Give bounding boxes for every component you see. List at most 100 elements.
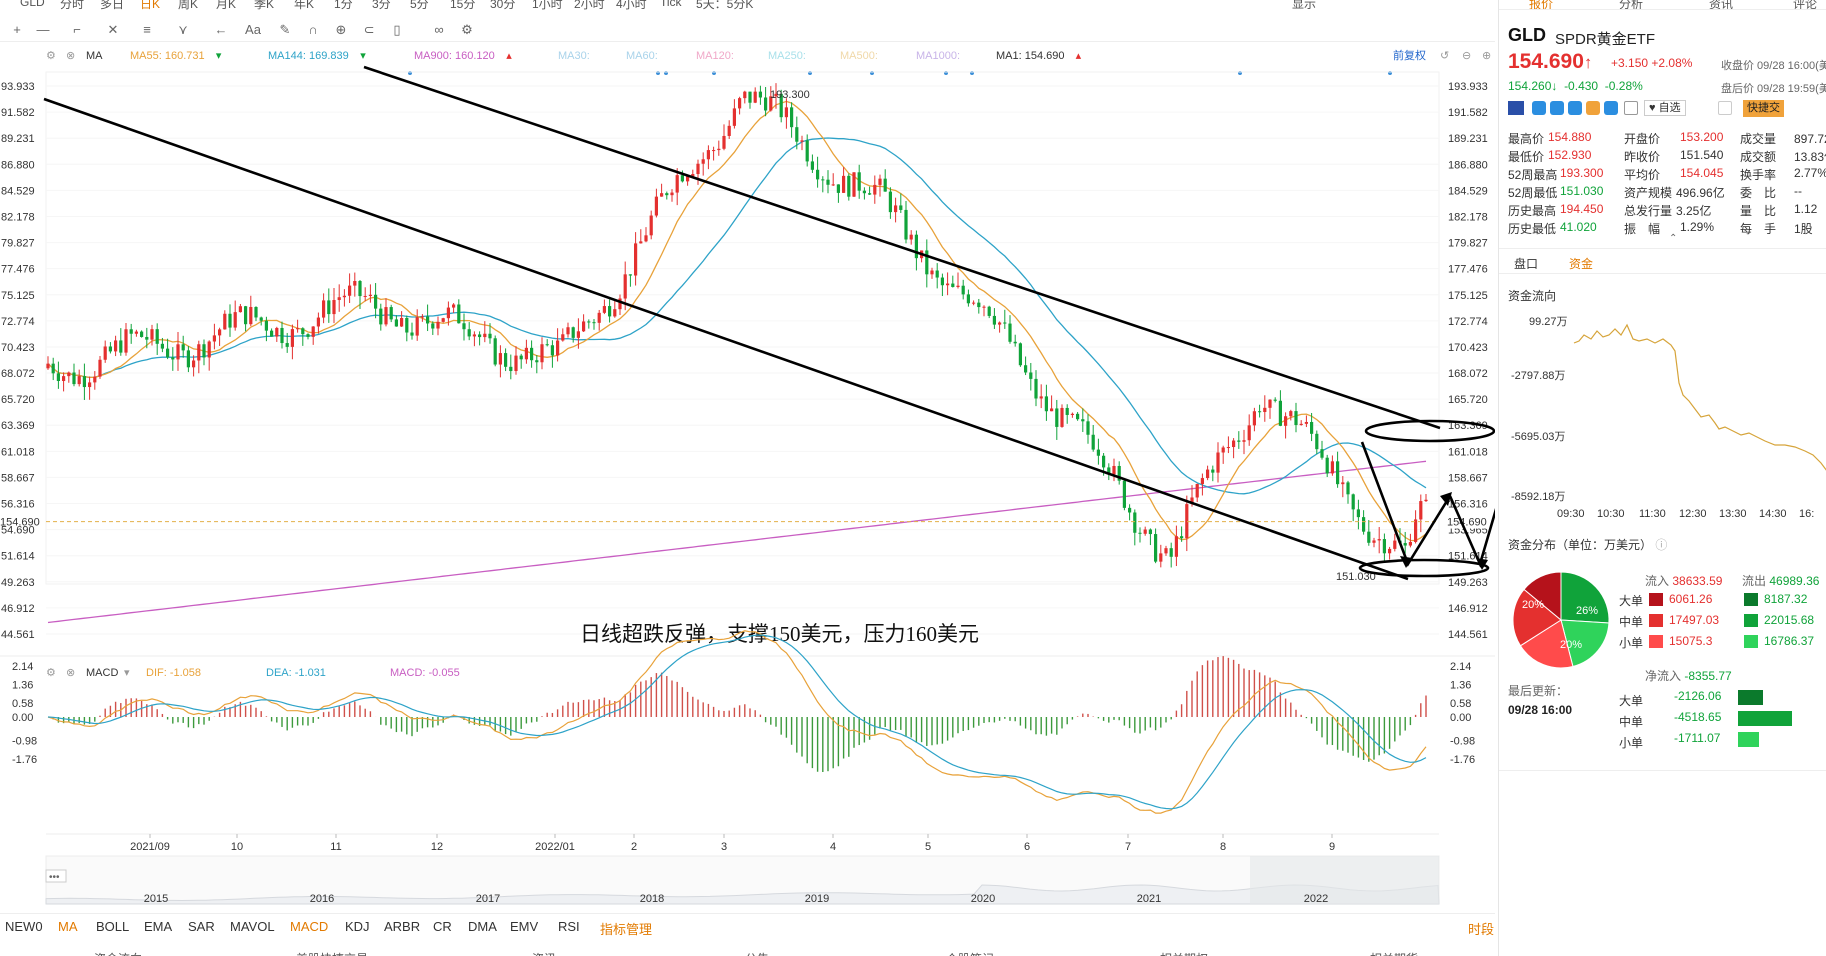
period-item[interactable]: 月K <box>216 0 236 10</box>
line-icon[interactable]: — <box>32 21 54 39</box>
close-icon[interactable]: ⊗ <box>66 667 75 679</box>
arrow-icon[interactable]: ← <box>210 21 232 39</box>
indicator-tab[interactable]: RSI <box>558 919 580 934</box>
period-item[interactable]: 季K <box>254 0 274 10</box>
indicator-tab[interactable]: MACD <box>290 919 328 934</box>
help-icon[interactable]: ⓘ <box>1655 538 1667 552</box>
session-button[interactable]: 时段 <box>1468 919 1494 938</box>
bottom-tab[interactable]: 相关期货 <box>1370 950 1418 956</box>
settings-icon[interactable]: ⚙ <box>46 50 56 62</box>
ma-legend-item[interactable]: MA250: <box>768 50 806 62</box>
ma-legend-item[interactable]: MA120: <box>696 50 734 62</box>
chevron-down-icon[interactable]: ▾ <box>124 667 130 679</box>
overview-window[interactable] <box>1250 856 1439 904</box>
lower-trendline[interactable] <box>43 97 1409 581</box>
adjust-label[interactable]: 前复权 <box>1393 48 1426 62</box>
period-item[interactable]: 多日 <box>100 0 124 10</box>
bottom-tab[interactable]: 公告 <box>745 950 769 956</box>
period-item[interactable]: 年K <box>294 0 314 10</box>
indicator-tab[interactable]: MA <box>58 919 78 934</box>
display-menu[interactable]: 显示 <box>1292 0 1316 10</box>
minus-icon[interactable]: ⊖ <box>1462 50 1471 62</box>
ma-legend-item[interactable]: MA30: <box>558 50 590 62</box>
indicator-tab[interactable]: NEW0 <box>5 919 43 934</box>
period-item[interactable]: 5天：5分K <box>696 0 753 10</box>
reset-icon[interactable]: ↺ <box>1440 50 1449 62</box>
ma-legend-item[interactable]: MA1: 154.690 <box>996 50 1065 62</box>
period-item[interactable]: 15分 <box>450 0 475 10</box>
upper-trendline[interactable] <box>363 65 1441 430</box>
ma-legend-item[interactable]: MA55: 160.731 <box>130 50 205 62</box>
crosshair-icon[interactable]: + <box>6 21 28 39</box>
period-item[interactable]: 日K <box>140 0 160 10</box>
ma-legend-item[interactable]: MA60: <box>626 50 658 62</box>
bell-icon[interactable] <box>1718 101 1732 115</box>
quote-tab[interactable]: 报价 <box>1529 0 1553 9</box>
bottom-tab[interactable]: 美股快捷交易 <box>296 950 368 956</box>
trash-icon[interactable]: ▯ <box>386 21 408 39</box>
add-watchlist-button[interactable]: ♥ 自选 <box>1644 100 1686 116</box>
period-item[interactable]: 1分 <box>334 0 353 10</box>
indicator-tab[interactable]: BOLL <box>96 919 129 934</box>
indicator-tab[interactable]: EMA <box>144 919 172 934</box>
measure-icon[interactable]: ⊕ <box>330 21 352 39</box>
settings-icon[interactable]: ⚙ <box>46 667 56 679</box>
indicator-tab[interactable]: CR <box>433 919 452 934</box>
ma-legend-item[interactable]: MA900: 160.120 <box>414 50 495 62</box>
tab-funds[interactable]: 资金 <box>1569 255 1593 272</box>
more-icon[interactable]: ••• <box>49 872 60 883</box>
quote-tab[interactable]: 资讯 <box>1709 0 1733 9</box>
indicator-tab[interactable]: DMA <box>468 919 497 934</box>
tag-icon[interactable] <box>1604 101 1618 115</box>
kline-chart[interactable]: ⚙ ⊗ MA MA55: 160.731 ▾ MA144: 169.839 ▾ MA90… <box>0 44 1495 910</box>
period-item[interactable]: 分时 <box>60 0 84 10</box>
chevron-up-icon[interactable]: ⌃ <box>1669 233 1677 244</box>
period-item[interactable]: 周K <box>178 0 198 10</box>
settings-icon[interactable]: ⚙ <box>456 21 478 39</box>
period-item[interactable]: GLD <box>20 0 45 9</box>
bottom-tab[interactable]: 个股笔记 <box>946 950 994 956</box>
bottom-tab[interactable]: 相关期权 <box>1160 950 1208 956</box>
close-icon[interactable]: ⊗ <box>66 50 75 62</box>
rect-icon[interactable]: ⌐ <box>66 21 88 39</box>
fib-icon[interactable]: ✕ <box>102 21 124 39</box>
period-item[interactable]: 5分 <box>410 0 429 10</box>
quote-tab[interactable]: 分析 <box>1619 0 1643 9</box>
dollar-icon[interactable] <box>1550 101 1564 115</box>
magnet-icon[interactable]: ⊂ <box>358 21 380 39</box>
ma-legend-item[interactable]: MA144: 169.839 <box>268 50 349 62</box>
indicator-manager-button[interactable]: 指标管理 <box>600 919 652 938</box>
link-icon[interactable]: ∞ <box>428 21 450 39</box>
pattern-icon[interactable]: ≡ <box>136 21 158 39</box>
quick-trade-button[interactable]: 快捷交 <box>1743 100 1784 117</box>
indicator-tab[interactable]: EMV <box>510 919 538 934</box>
quote-tab[interactable]: 评论 <box>1793 0 1817 9</box>
fund-flow-chart[interactable]: 99.27万 -2797.88万 -5695.03万 -8592.18万 09:30 10… <box>1499 305 1826 525</box>
pen-icon[interactable]: ✎ <box>274 21 296 39</box>
bottom-tab[interactable]: 资讯 <box>532 950 556 956</box>
period-item[interactable]: 4小时 <box>616 0 647 10</box>
indicator-tab[interactable]: ARBR <box>384 919 420 934</box>
candle-body <box>1419 501 1423 520</box>
plus-icon[interactable]: ⊕ <box>1482 50 1491 62</box>
options-icon[interactable] <box>1568 101 1582 115</box>
doc-icon[interactable] <box>1624 101 1638 115</box>
indicator-tab[interactable]: KDJ <box>345 919 370 934</box>
indicator-tab[interactable]: MAVOL <box>230 919 275 934</box>
share-icon[interactable] <box>1532 101 1546 115</box>
period-item[interactable]: 2小时 <box>574 0 605 10</box>
period-item[interactable]: 1小时 <box>532 0 563 10</box>
period-item[interactable]: Tick <box>660 0 682 9</box>
indicator-tab[interactable]: SAR <box>188 919 215 934</box>
period-item[interactable]: 3分 <box>372 0 391 10</box>
bottom-tab[interactable]: 资金流向 <box>94 950 142 956</box>
text-icon[interactable]: Aa <box>242 21 264 39</box>
pattern-icon[interactable]: ⋎ <box>172 21 194 39</box>
ma-legend-item[interactable]: MA1000: <box>916 50 960 62</box>
chart-icon[interactable] <box>1586 101 1600 115</box>
ma-legend-item[interactable]: MA500: <box>840 50 878 62</box>
period-item[interactable]: 30分 <box>490 0 515 10</box>
arc-icon[interactable]: ∩ <box>302 21 324 39</box>
rebound-arrow-path[interactable] <box>1360 441 1452 567</box>
tab-orderbook[interactable]: 盘口 <box>1514 255 1538 272</box>
